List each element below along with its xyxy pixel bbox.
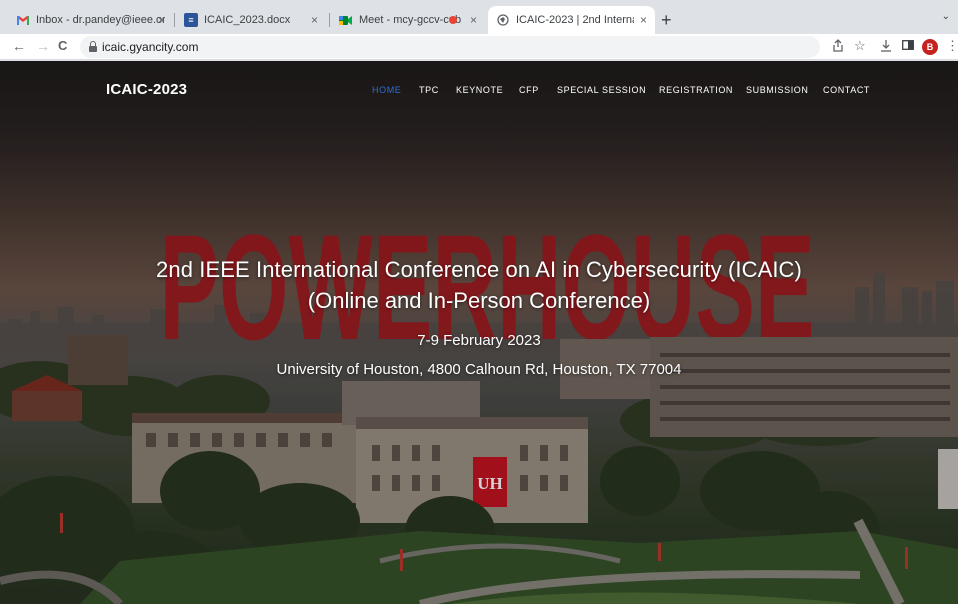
new-tab-button[interactable]: +: [661, 11, 672, 29]
hero-section: POWERHOUSE UH ICAIC-2023 HOME TPC KEYNOT…: [0, 61, 958, 604]
nav-submission[interactable]: SUBMISSION: [746, 85, 809, 95]
tab-gmail[interactable]: Inbox - dr.pandey@ieee.org - ×: [8, 6, 173, 34]
back-button[interactable]: ←: [12, 38, 26, 54]
nav-home[interactable]: HOME: [372, 85, 401, 95]
word-doc-icon: ≡: [184, 13, 198, 27]
site-logo[interactable]: ICAIC-2023: [106, 81, 187, 98]
gmail-icon: [16, 13, 30, 27]
nav-registration[interactable]: REGISTRATION: [659, 85, 733, 95]
profile-avatar[interactable]: B: [922, 39, 938, 55]
tab-label: ICAIC_2023.docx: [204, 14, 291, 26]
nav-keynote[interactable]: KEYNOTE: [456, 85, 503, 95]
close-tab-icon[interactable]: ×: [158, 13, 165, 27]
tab-icaic[interactable]: ICAIC-2023 | 2nd International ×: [488, 6, 655, 34]
nav-tpc[interactable]: TPC: [419, 85, 439, 95]
close-tab-icon[interactable]: ×: [640, 13, 647, 27]
tab-divider: [174, 13, 175, 27]
browser-tab-strip: Inbox - dr.pandey@ieee.org - × ≡ ICAIC_2…: [0, 0, 958, 34]
tab-label: Inbox - dr.pandey@ieee.org -: [36, 14, 165, 26]
tab-meet[interactable]: Meet - mcy-gccv-cub ×: [331, 6, 485, 34]
close-tab-icon[interactable]: ×: [470, 13, 477, 27]
download-icon[interactable]: [880, 39, 892, 55]
nav-special-session[interactable]: SPECIAL SESSION: [557, 85, 646, 95]
conference-date: 7-9 February 2023: [417, 332, 541, 349]
close-tab-icon[interactable]: ×: [311, 13, 318, 27]
lock-icon[interactable]: [89, 41, 97, 52]
share-icon[interactable]: [832, 39, 844, 55]
tab-divider: [329, 13, 330, 27]
tab-search-chevron-icon[interactable]: ⌄: [942, 11, 950, 22]
conference-subtitle: (Online and In-Person Conference): [307, 288, 651, 313]
forward-button[interactable]: →: [36, 38, 50, 54]
recording-indicator-icon: [449, 16, 457, 24]
tab-label: Meet - mcy-gccv-cub: [359, 14, 462, 26]
address-bar[interactable]: icaic.gyancity.com: [80, 36, 820, 58]
browser-toolbar: ← → C icaic.gyancity.com ☆ B ⋮: [0, 34, 958, 60]
browser-menu-icon[interactable]: ⋮: [946, 38, 958, 54]
reload-button[interactable]: C: [58, 38, 67, 54]
globe-icon: [496, 13, 510, 27]
bookmark-star-icon[interactable]: ☆: [854, 39, 866, 53]
conference-title: 2nd IEEE International Conference on AI …: [156, 257, 802, 282]
tab-word-doc[interactable]: ≡ ICAIC_2023.docx ×: [176, 6, 326, 34]
side-panel-icon[interactable]: [902, 39, 914, 54]
conference-venue: University of Houston, 4800 Calhoun Rd, …: [276, 361, 682, 378]
tab-label: ICAIC-2023 | 2nd International: [516, 14, 634, 26]
url-text[interactable]: icaic.gyancity.com: [102, 40, 198, 54]
nav-contact[interactable]: CONTACT: [823, 85, 870, 95]
nav-cfp[interactable]: CFP: [519, 85, 539, 95]
meet-icon: [339, 13, 353, 27]
